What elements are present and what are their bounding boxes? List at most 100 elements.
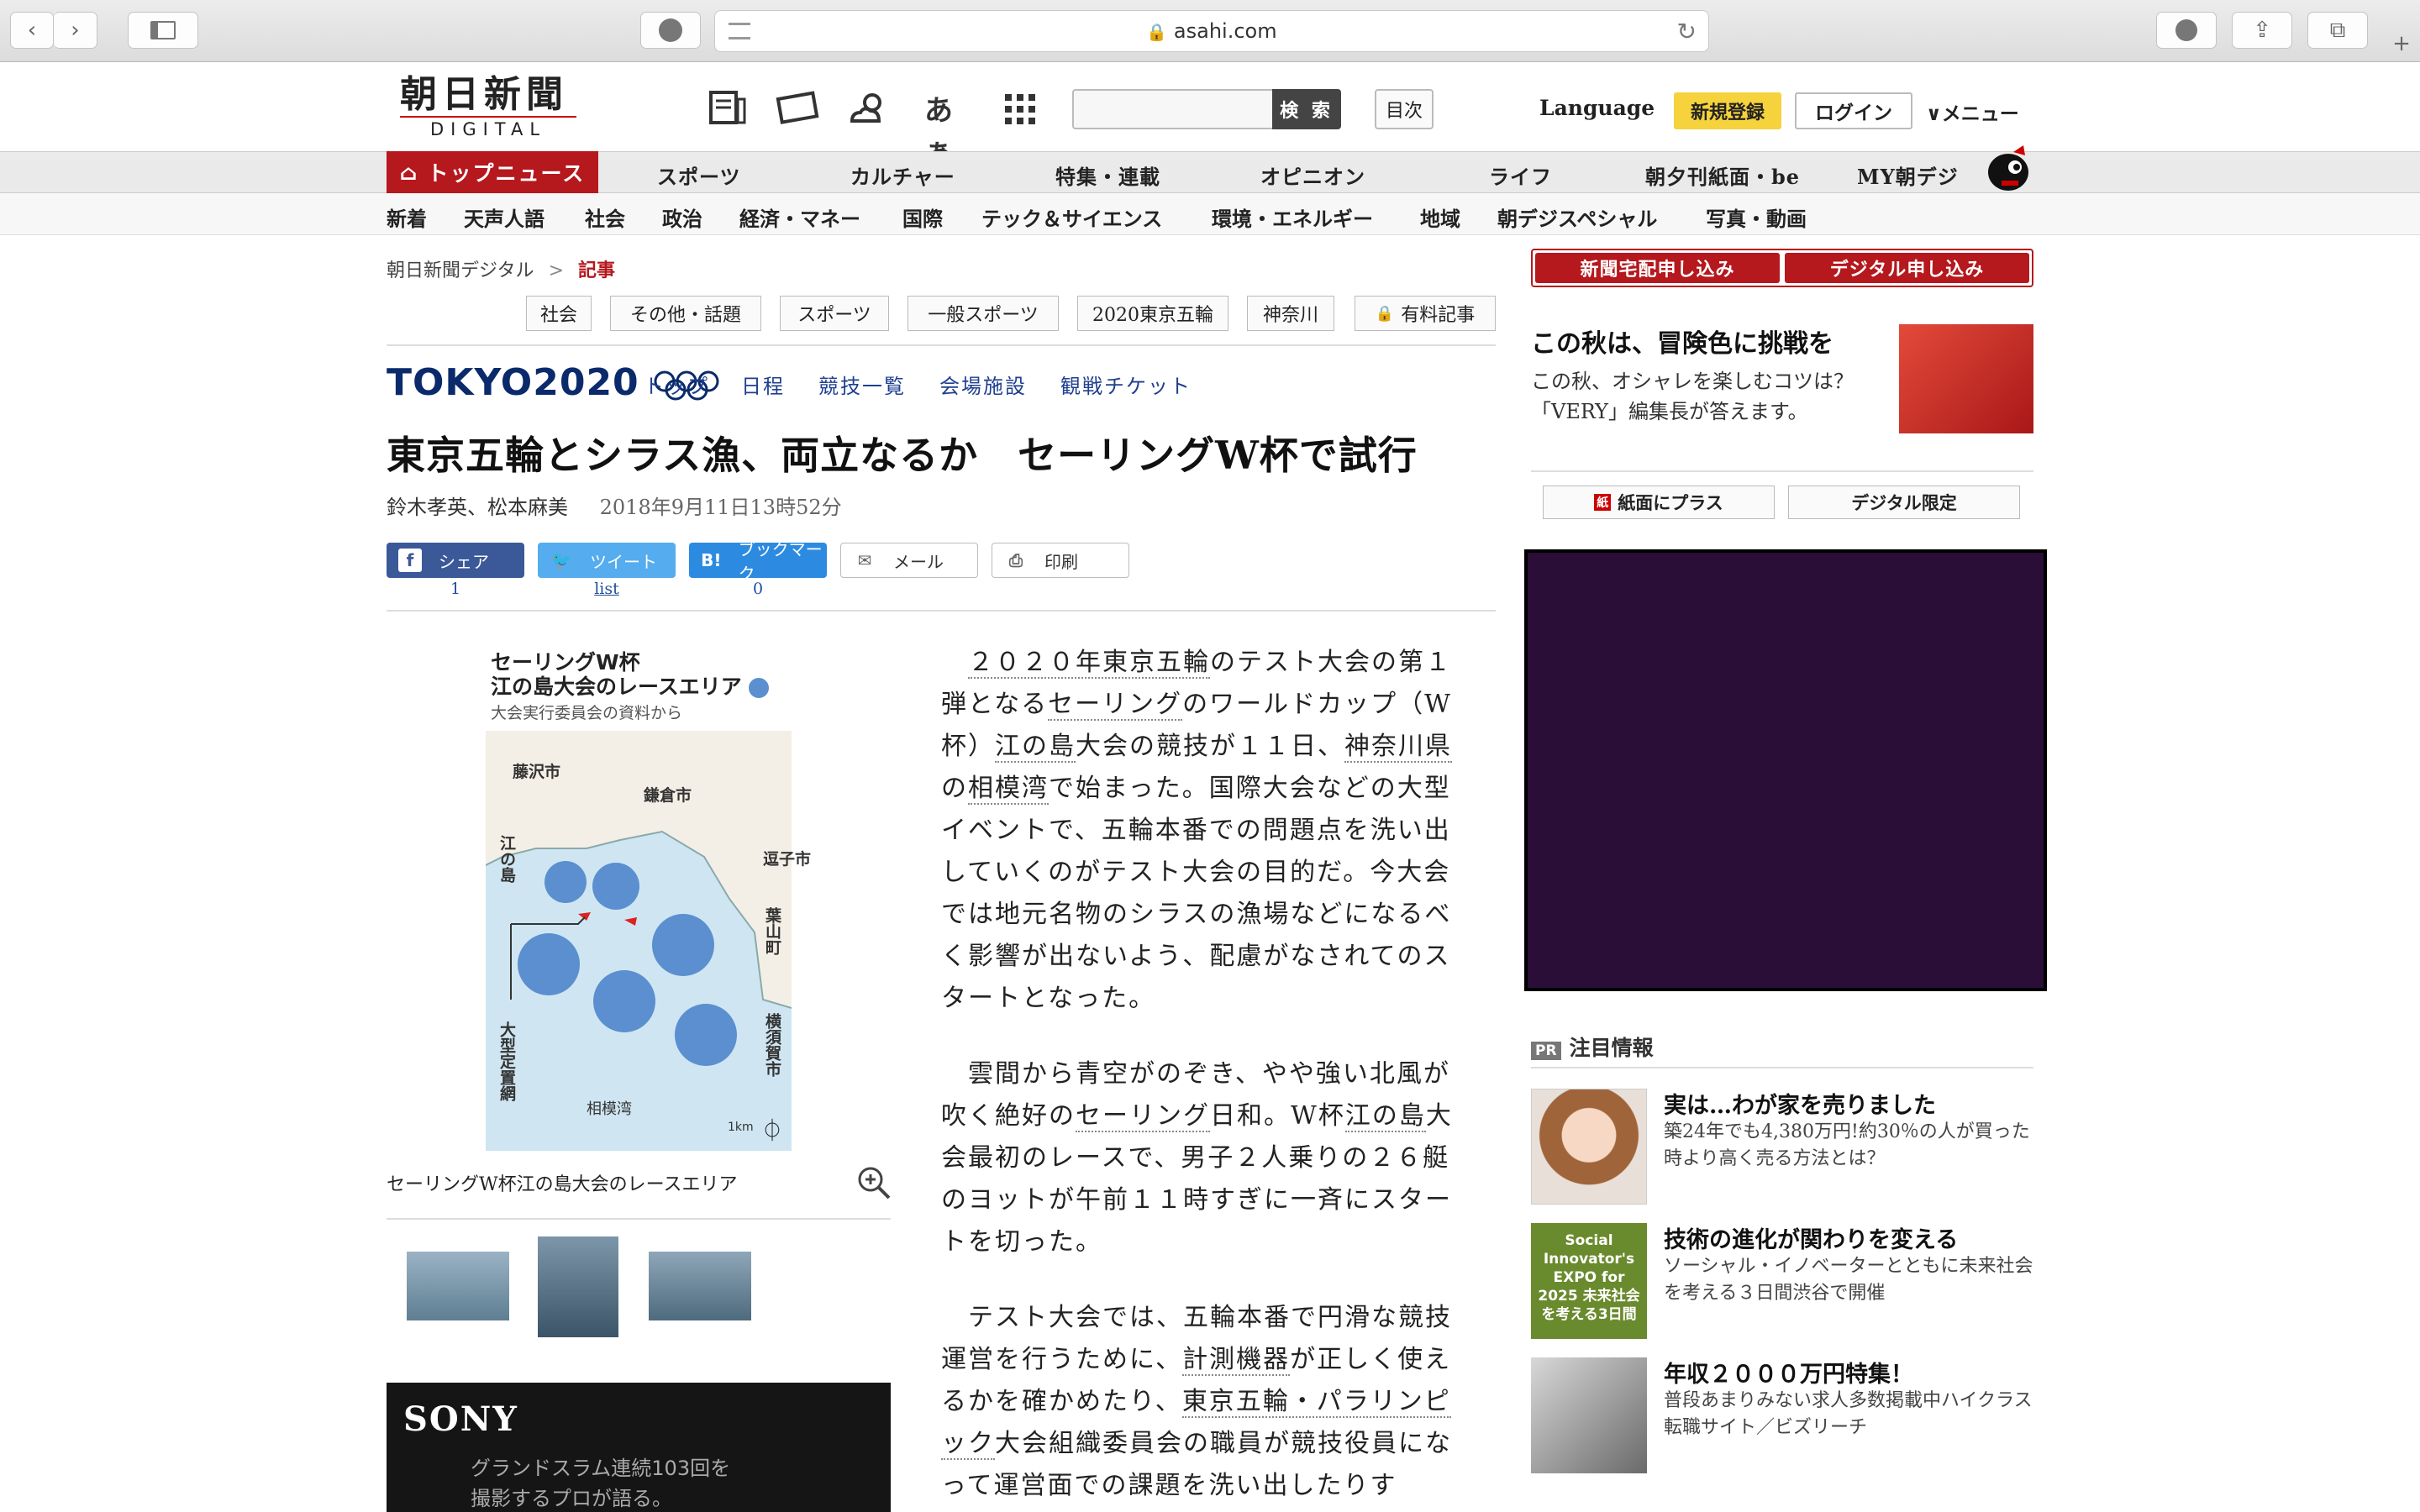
subscribe-digital-button[interactable]: デジタル申し込み	[1785, 253, 2029, 283]
pr-item-title[interactable]: 実は…わが家を売りました	[1664, 1087, 1936, 1120]
pr-item-desc[interactable]: ソーシャル・イノベーターとともに未来社会を考える３日間渋谷で開催	[1664, 1253, 2033, 1307]
breadcrumb-home[interactable]: 朝日新聞デジタル	[387, 260, 534, 281]
keyword-link[interactable]: セーリング	[1048, 690, 1183, 721]
newspaper-icon[interactable]	[704, 84, 751, 131]
keyword-link[interactable]: 江の島	[1344, 1101, 1426, 1132]
share-icon: ⇪	[2253, 18, 2271, 43]
subnav-economy[interactable]: 経済・マネー	[739, 202, 860, 232]
keyword-link[interactable]: 神奈川県	[1344, 732, 1452, 763]
tokyo-link-top[interactable]: トップ	[644, 370, 709, 399]
promo-text[interactable]: この秋、オシャレを楽しむコツは？ 「VERY」編集長が答えます。	[1531, 366, 1901, 427]
mail-button[interactable]: ✉ メール	[840, 543, 978, 578]
nav-sports[interactable]: スポーツ	[657, 160, 741, 190]
tokyo-link-venues[interactable]: 会場施設	[939, 370, 1027, 399]
address-bar[interactable]: 🔒 asahi.com ↻	[714, 10, 1709, 52]
photo-thumbnail[interactable]	[649, 1252, 751, 1320]
promo-image[interactable]	[1899, 324, 2033, 433]
compass-icon: ⏀	[761, 1119, 784, 1144]
nav-opinion[interactable]: オピニオン	[1260, 160, 1365, 190]
grid-menu-icon[interactable]	[997, 84, 1044, 131]
font-size-icon[interactable]: あぁ	[924, 87, 971, 169]
extension-button[interactable]	[640, 12, 701, 49]
paper-plus-button[interactable]: 紙紙面にプラス	[1543, 486, 1775, 519]
subnav-tech[interactable]: テック＆サイエンス	[981, 202, 1162, 232]
display-ad[interactable]	[1524, 549, 2047, 991]
print-button[interactable]: ⎙ 印刷	[992, 543, 1129, 578]
weather-icon[interactable]	[845, 84, 892, 131]
figure-caption: セーリングW杯江の島大会のレースエリア	[387, 1174, 738, 1195]
facebook-share-button[interactable]: f シェア	[387, 543, 524, 578]
back-button[interactable]: ‹	[10, 12, 54, 49]
hatena-bookmark-icon: B!	[701, 550, 722, 570]
keyword-link[interactable]: セーリング	[1076, 1101, 1210, 1132]
subnav-society[interactable]: 社会	[585, 202, 625, 232]
nav-features[interactable]: 特集・連載	[1055, 160, 1160, 190]
nav-my-asadigi[interactable]: MY朝デジ	[1857, 160, 1959, 190]
search-input[interactable]	[1072, 89, 1274, 129]
language-link[interactable]: Language	[1539, 96, 1655, 120]
tag-other[interactable]: その他・話題	[610, 296, 761, 331]
keyword-link[interactable]: ２０２０年東京五輪	[968, 648, 1210, 679]
share-label: ブックマーク	[738, 539, 823, 584]
search-button[interactable]: 検 索	[1272, 89, 1341, 129]
tag-tokyo2020[interactable]: 2020東京五輪	[1077, 296, 1228, 331]
pr-item-image[interactable]	[1531, 1089, 1647, 1205]
nav-top-news[interactable]: ⌂ トップニュース	[387, 151, 598, 193]
subnav-international[interactable]: 国際	[902, 202, 943, 232]
ticket-icon[interactable]	[775, 84, 822, 131]
tokyo-link-tickets[interactable]: 観戦チケット	[1060, 370, 1192, 399]
nav-papers[interactable]: 朝夕刊紙面・be	[1645, 160, 1800, 190]
keyword-link[interactable]: 江の島	[995, 732, 1076, 763]
zoom-icon[interactable]	[855, 1164, 892, 1201]
tag-general-sports[interactable]: 一般スポーツ	[908, 296, 1059, 331]
keyword-link[interactable]: 計測機器	[1182, 1345, 1291, 1376]
digital-only-button[interactable]: デジタル限定	[1788, 486, 2020, 519]
nav-life[interactable]: ライフ	[1489, 160, 1552, 190]
subnav-politics[interactable]: 政治	[662, 202, 702, 232]
url-text: asahi.com	[1173, 19, 1277, 43]
photo-thumbnail[interactable]	[407, 1252, 509, 1320]
tweet-button[interactable]: 🐦 ツイート	[538, 543, 676, 578]
keyword-link[interactable]: 相模湾	[968, 774, 1049, 805]
site-logo[interactable]: 朝日新聞 DIGITAL	[400, 74, 593, 144]
register-button[interactable]: 新規登録	[1674, 92, 1781, 129]
subnav-environment[interactable]: 環境・エネルギー	[1212, 202, 1373, 232]
subnav-latest[interactable]: 新着	[387, 202, 427, 232]
tag-kanagawa[interactable]: 神奈川	[1247, 296, 1334, 331]
sidebar-toggle-button[interactable]	[128, 12, 198, 49]
pr-item-desc[interactable]: 築24年でも4,380万円!約30％の人が買った時より高く売る方法とは？	[1664, 1119, 2033, 1173]
pr-heading-text: 注目情報	[1569, 1036, 1654, 1060]
pr-item-title[interactable]: 年収２０００万円特集！	[1664, 1356, 1913, 1389]
nav-culture[interactable]: カルチャー	[850, 160, 955, 190]
forward-button[interactable]: ›	[54, 12, 97, 49]
subscribe-paper-button[interactable]: 新聞宅配申し込み	[1535, 253, 1780, 283]
tag-society[interactable]: 社会	[526, 296, 592, 331]
menu-button[interactable]: ∨メニュー	[1926, 97, 2019, 126]
tag-sports[interactable]: スポーツ	[780, 296, 889, 331]
tabs-button[interactable]: ⧉	[2307, 12, 2368, 49]
login-button[interactable]: ログイン	[1795, 92, 1912, 129]
downloads-button[interactable]	[2156, 12, 2217, 49]
map-place-kamakura: 鎌倉市	[644, 786, 692, 805]
subnav-region[interactable]: 地域	[1420, 202, 1460, 232]
mascot-icon[interactable]	[1980, 140, 2033, 194]
tweet-count[interactable]: list	[538, 580, 676, 598]
subnav-special[interactable]: 朝デジスペシャル	[1497, 202, 1657, 232]
pr-item-title[interactable]: 技術の進化が関わりを変える	[1664, 1221, 1958, 1254]
share-button[interactable]: ⇪	[2232, 12, 2292, 49]
new-tab-button[interactable]: +	[2383, 25, 2420, 62]
pr-item-image[interactable]: Social Innovator's EXPO for 2025 未来社会を考え…	[1531, 1223, 1647, 1339]
promo-title[interactable]: この秋は、冒険色に挑戦を	[1531, 323, 1833, 360]
subnav-tenseijingo[interactable]: 天声人語	[464, 202, 544, 232]
sony-ad[interactable]: SONY グランドスラム連続103回を 撮影するプロが語る。	[387, 1383, 891, 1512]
pr-item-desc[interactable]: 普段あまりみない求人多数掲載中ハイクラス転職サイト／ビズリーチ	[1664, 1388, 2033, 1441]
tokyo-link-sports[interactable]: 競技一覧	[818, 370, 906, 399]
toc-button[interactable]: 目次	[1375, 89, 1434, 129]
tag-paid[interactable]: 🔒 有料記事	[1355, 296, 1496, 331]
tokyo-link-schedule[interactable]: 日程	[741, 370, 785, 399]
reload-icon[interactable]: ↻	[1677, 18, 1697, 45]
bookmark-button[interactable]: B! ブックマーク	[689, 539, 827, 584]
photo-thumbnail[interactable]	[538, 1236, 618, 1337]
subnav-photo[interactable]: 写真・動画	[1706, 202, 1807, 232]
pr-item-image[interactable]	[1531, 1357, 1647, 1473]
